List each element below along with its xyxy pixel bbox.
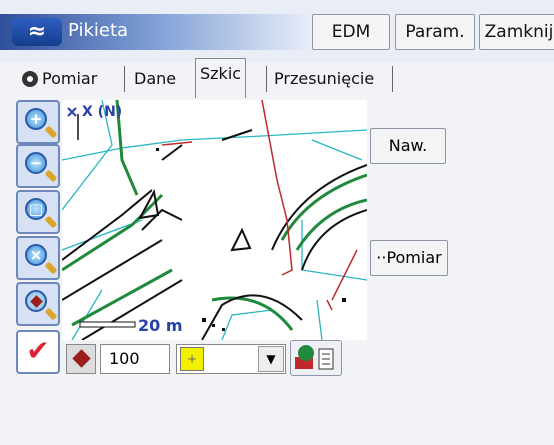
zoom-out-icon: −	[25, 152, 47, 174]
tab-pomiar[interactable]: Pomiar	[14, 64, 101, 94]
tab-separator	[266, 66, 267, 92]
checkmark-icon: ✔	[26, 334, 50, 367]
tab-label: Pomiar	[42, 69, 98, 88]
zoom-in-icon: +	[25, 108, 47, 130]
zoom-extents-icon: ×	[25, 244, 47, 266]
zoom-window-icon: □	[25, 198, 47, 220]
marker-symbol-button[interactable]	[66, 344, 96, 374]
dotted-arrow-icon: ··	[376, 248, 387, 267]
window-title: Pikieta	[68, 20, 129, 41]
layers-button[interactable]	[290, 340, 342, 376]
sketch-map[interactable]: X (N) 20 m	[62, 100, 367, 340]
close-button[interactable]: Zamknij	[479, 14, 554, 50]
zoom-extents-button[interactable]: ×	[16, 236, 60, 280]
param-button[interactable]: Param.	[395, 14, 475, 50]
tab-szkic[interactable]: Szkic	[195, 58, 247, 98]
pomiar-label: Pomiar	[386, 248, 442, 267]
app-logo-icon: ≈	[12, 18, 62, 46]
zoom-point-icon	[25, 290, 47, 312]
naw-button[interactable]: Naw.	[370, 128, 446, 164]
color-swatch-icon: +	[180, 347, 204, 371]
edm-button[interactable]: EDM	[312, 14, 390, 50]
zoom-window-button[interactable]: □	[16, 190, 60, 234]
zoom-out-button[interactable]: −	[16, 144, 60, 188]
pomiar-button[interactable]: ··Pomiar	[370, 240, 448, 276]
tab-przesuniecie[interactable]: Przesunięcie	[270, 64, 378, 94]
tab-dane[interactable]: Dane	[130, 64, 180, 94]
scale-label: 20 m	[138, 316, 183, 335]
zoom-point-button[interactable]	[16, 282, 60, 326]
tab-separator	[124, 66, 125, 92]
tab-separator	[392, 66, 393, 92]
north-label: X (N)	[82, 104, 123, 120]
map-drawing	[62, 100, 367, 340]
zoom-in-button[interactable]: +	[16, 100, 60, 144]
check-button[interactable]: ✔	[16, 330, 60, 374]
layers-icon	[295, 345, 334, 370]
chevron-down-icon[interactable]: ▼	[258, 346, 284, 372]
scale-input[interactable]: 100	[100, 344, 170, 374]
